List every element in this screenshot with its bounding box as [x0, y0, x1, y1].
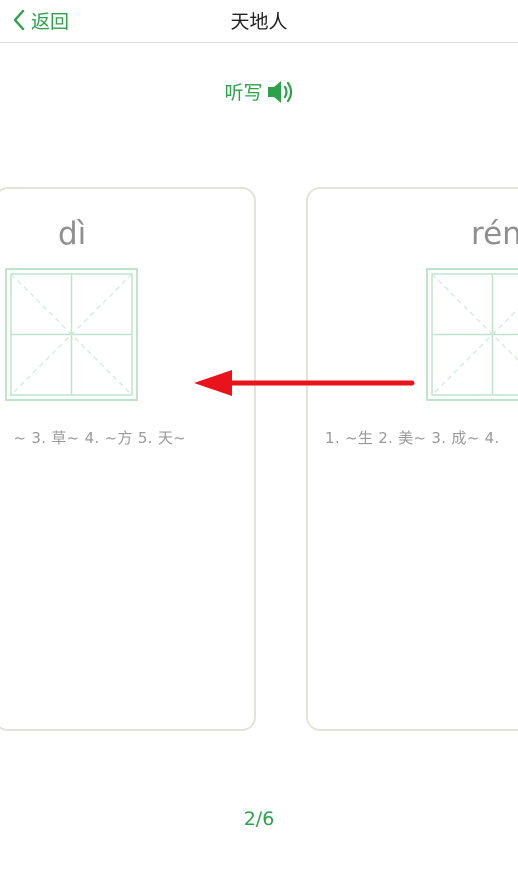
navigation-bar: 返回 天地人: [0, 0, 518, 43]
character-card[interactable]: dì ~ 3. 草~ 4. ~方 5. 天~: [0, 187, 256, 731]
page-indicator: 2/6: [243, 808, 275, 830]
screen: 返回 天地人 听写 dì ~ 3. 草~ 4. ~方 5. 天~ rén 1. …: [0, 0, 518, 883]
pinyin-label: rén: [471, 216, 518, 252]
page-title: 天地人: [230, 11, 288, 33]
dictation-label: 听写: [224, 82, 263, 104]
dictation-button[interactable]: 听写: [0, 78, 518, 105]
word-examples: 1. ~生 2. 美~ 3. 成~ 4.: [325, 429, 500, 447]
swipe-left-arrow-icon: [194, 370, 415, 396]
character-card[interactable]: rén 1. ~生 2. 美~ 3. 成~ 4.: [306, 187, 518, 731]
writing-grid[interactable]: [426, 268, 518, 401]
speaker-icon: [267, 80, 292, 103]
pinyin-label: dì: [58, 216, 87, 252]
writing-grid[interactable]: [5, 268, 138, 401]
word-examples: ~ 3. 草~ 4. ~方 5. 天~: [13, 429, 186, 447]
